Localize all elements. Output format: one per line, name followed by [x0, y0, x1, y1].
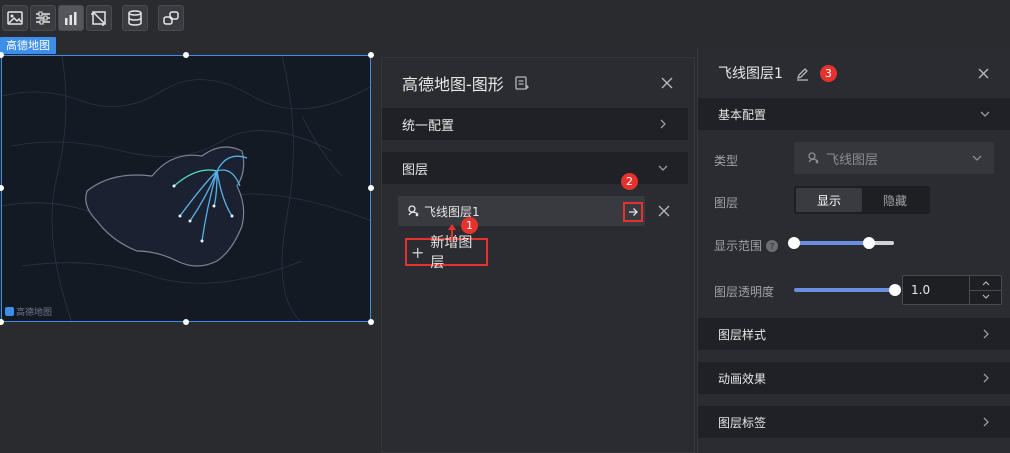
section-basic-config[interactable]: 基本配置: [698, 98, 1010, 130]
annotation-arrow: [448, 224, 456, 242]
section-animation[interactable]: 动画效果: [698, 362, 1010, 394]
map-canvas[interactable]: 高德地图: [1, 55, 371, 322]
opacity-value[interactable]: 1.0: [903, 276, 969, 304]
document-icon[interactable]: [514, 75, 530, 91]
crop-icon[interactable]: [86, 5, 112, 31]
visibility-toggle[interactable]: 显示 隐藏: [794, 186, 930, 214]
widget-tag[interactable]: 高德地图: [0, 37, 56, 54]
plus-icon: +: [411, 242, 425, 262]
step-badge-1: 1: [461, 217, 478, 234]
add-layer-label: 新增图层: [430, 235, 473, 271]
type-label: 类型: [714, 154, 739, 168]
image-icon[interactable]: [2, 5, 28, 31]
section-label: 动画效果: [718, 371, 767, 386]
opacity-number-input[interactable]: 1.0: [902, 275, 1002, 305]
layer-visibility-label: 图层: [714, 196, 739, 210]
edit-icon[interactable]: [795, 66, 810, 81]
database-icon[interactable]: [122, 5, 148, 31]
opacity-label: 图层透明度: [714, 285, 775, 299]
section-unified-config[interactable]: 统一配置: [382, 108, 688, 140]
panel-title: 飞线图层1: [718, 66, 783, 82]
select-value: 飞线图层: [826, 152, 879, 168]
increment-button[interactable]: [970, 276, 1001, 290]
display-range-fill: [794, 241, 869, 245]
chevron-down-icon: [972, 155, 982, 161]
section-layer-style[interactable]: 图层样式: [698, 318, 1010, 350]
resize-handle[interactable]: [183, 319, 189, 325]
section-label: 图层标签: [718, 415, 767, 430]
section-label: 图层样式: [718, 327, 767, 342]
open-layer-button[interactable]: [623, 202, 643, 222]
panel-title: 高德地图-图形: [402, 75, 504, 94]
arrow-right-icon: [629, 208, 638, 216]
resize-handle[interactable]: [368, 185, 374, 191]
svg-text:?: ?: [770, 242, 775, 252]
step-badge-3: 3: [819, 64, 837, 82]
display-range-min-handle[interactable]: [788, 237, 800, 249]
layer-type-select[interactable]: 飞线图层: [794, 142, 994, 174]
step-badge-2: 2: [621, 173, 638, 190]
decrement-button[interactable]: [970, 289, 1001, 305]
graphic-config-panel: 高德地图-图形 统一配置 图层 飞线图层1 + 新增图层 1 2: [381, 57, 695, 453]
chevron-up-icon: [982, 280, 989, 286]
toolbar: [0, 0, 1010, 36]
help-icon[interactable]: ?: [765, 239, 779, 253]
link-icon[interactable]: [158, 5, 184, 31]
close-icon[interactable]: [660, 76, 674, 90]
section-layer-label[interactable]: 图层标签: [698, 406, 1010, 438]
chevron-right-icon: [983, 329, 989, 339]
show-option[interactable]: 显示: [796, 188, 862, 212]
opacity-slider-handle[interactable]: [889, 284, 901, 296]
section-label: 基本配置: [718, 107, 767, 122]
display-range-max-handle[interactable]: [863, 237, 875, 249]
close-icon[interactable]: [977, 67, 990, 80]
chevron-right-icon: [983, 373, 989, 383]
chevron-down-icon: [658, 165, 668, 171]
section-label: 图层: [402, 162, 429, 178]
chevron-right-icon: [983, 417, 989, 427]
map-graphic: [2, 56, 370, 321]
resize-handle[interactable]: [368, 319, 374, 325]
layer-item[interactable]: 飞线图层1: [398, 196, 645, 226]
bar-chart-icon[interactable]: [58, 5, 84, 31]
section-label: 统一配置: [402, 118, 455, 134]
chevron-right-icon: [660, 119, 666, 129]
flyline-icon: [408, 205, 419, 217]
display-range-label: 显示范围: [714, 239, 763, 253]
resize-handle[interactable]: [0, 319, 4, 325]
sliders-icon[interactable]: [30, 5, 56, 31]
flyline-icon: [808, 152, 819, 164]
hide-option[interactable]: 隐藏: [862, 188, 928, 212]
chevron-down-icon: [980, 111, 990, 117]
resize-handle[interactable]: [368, 52, 374, 58]
opacity-slider-track[interactable]: [794, 288, 894, 292]
section-layers[interactable]: 图层: [382, 152, 688, 184]
delete-layer-icon[interactable]: [657, 204, 671, 218]
layer-config-panel: 飞线图层1 3 基本配置 类型 飞线图层 图层 显示 隐藏 显示范围 ? 图层透…: [697, 48, 1010, 453]
chevron-down-icon: [982, 294, 989, 300]
display-range-row: 显示范围 ?: [714, 237, 779, 254]
map-logo: 高德地图: [5, 305, 52, 318]
resize-handle[interactable]: [183, 52, 189, 58]
